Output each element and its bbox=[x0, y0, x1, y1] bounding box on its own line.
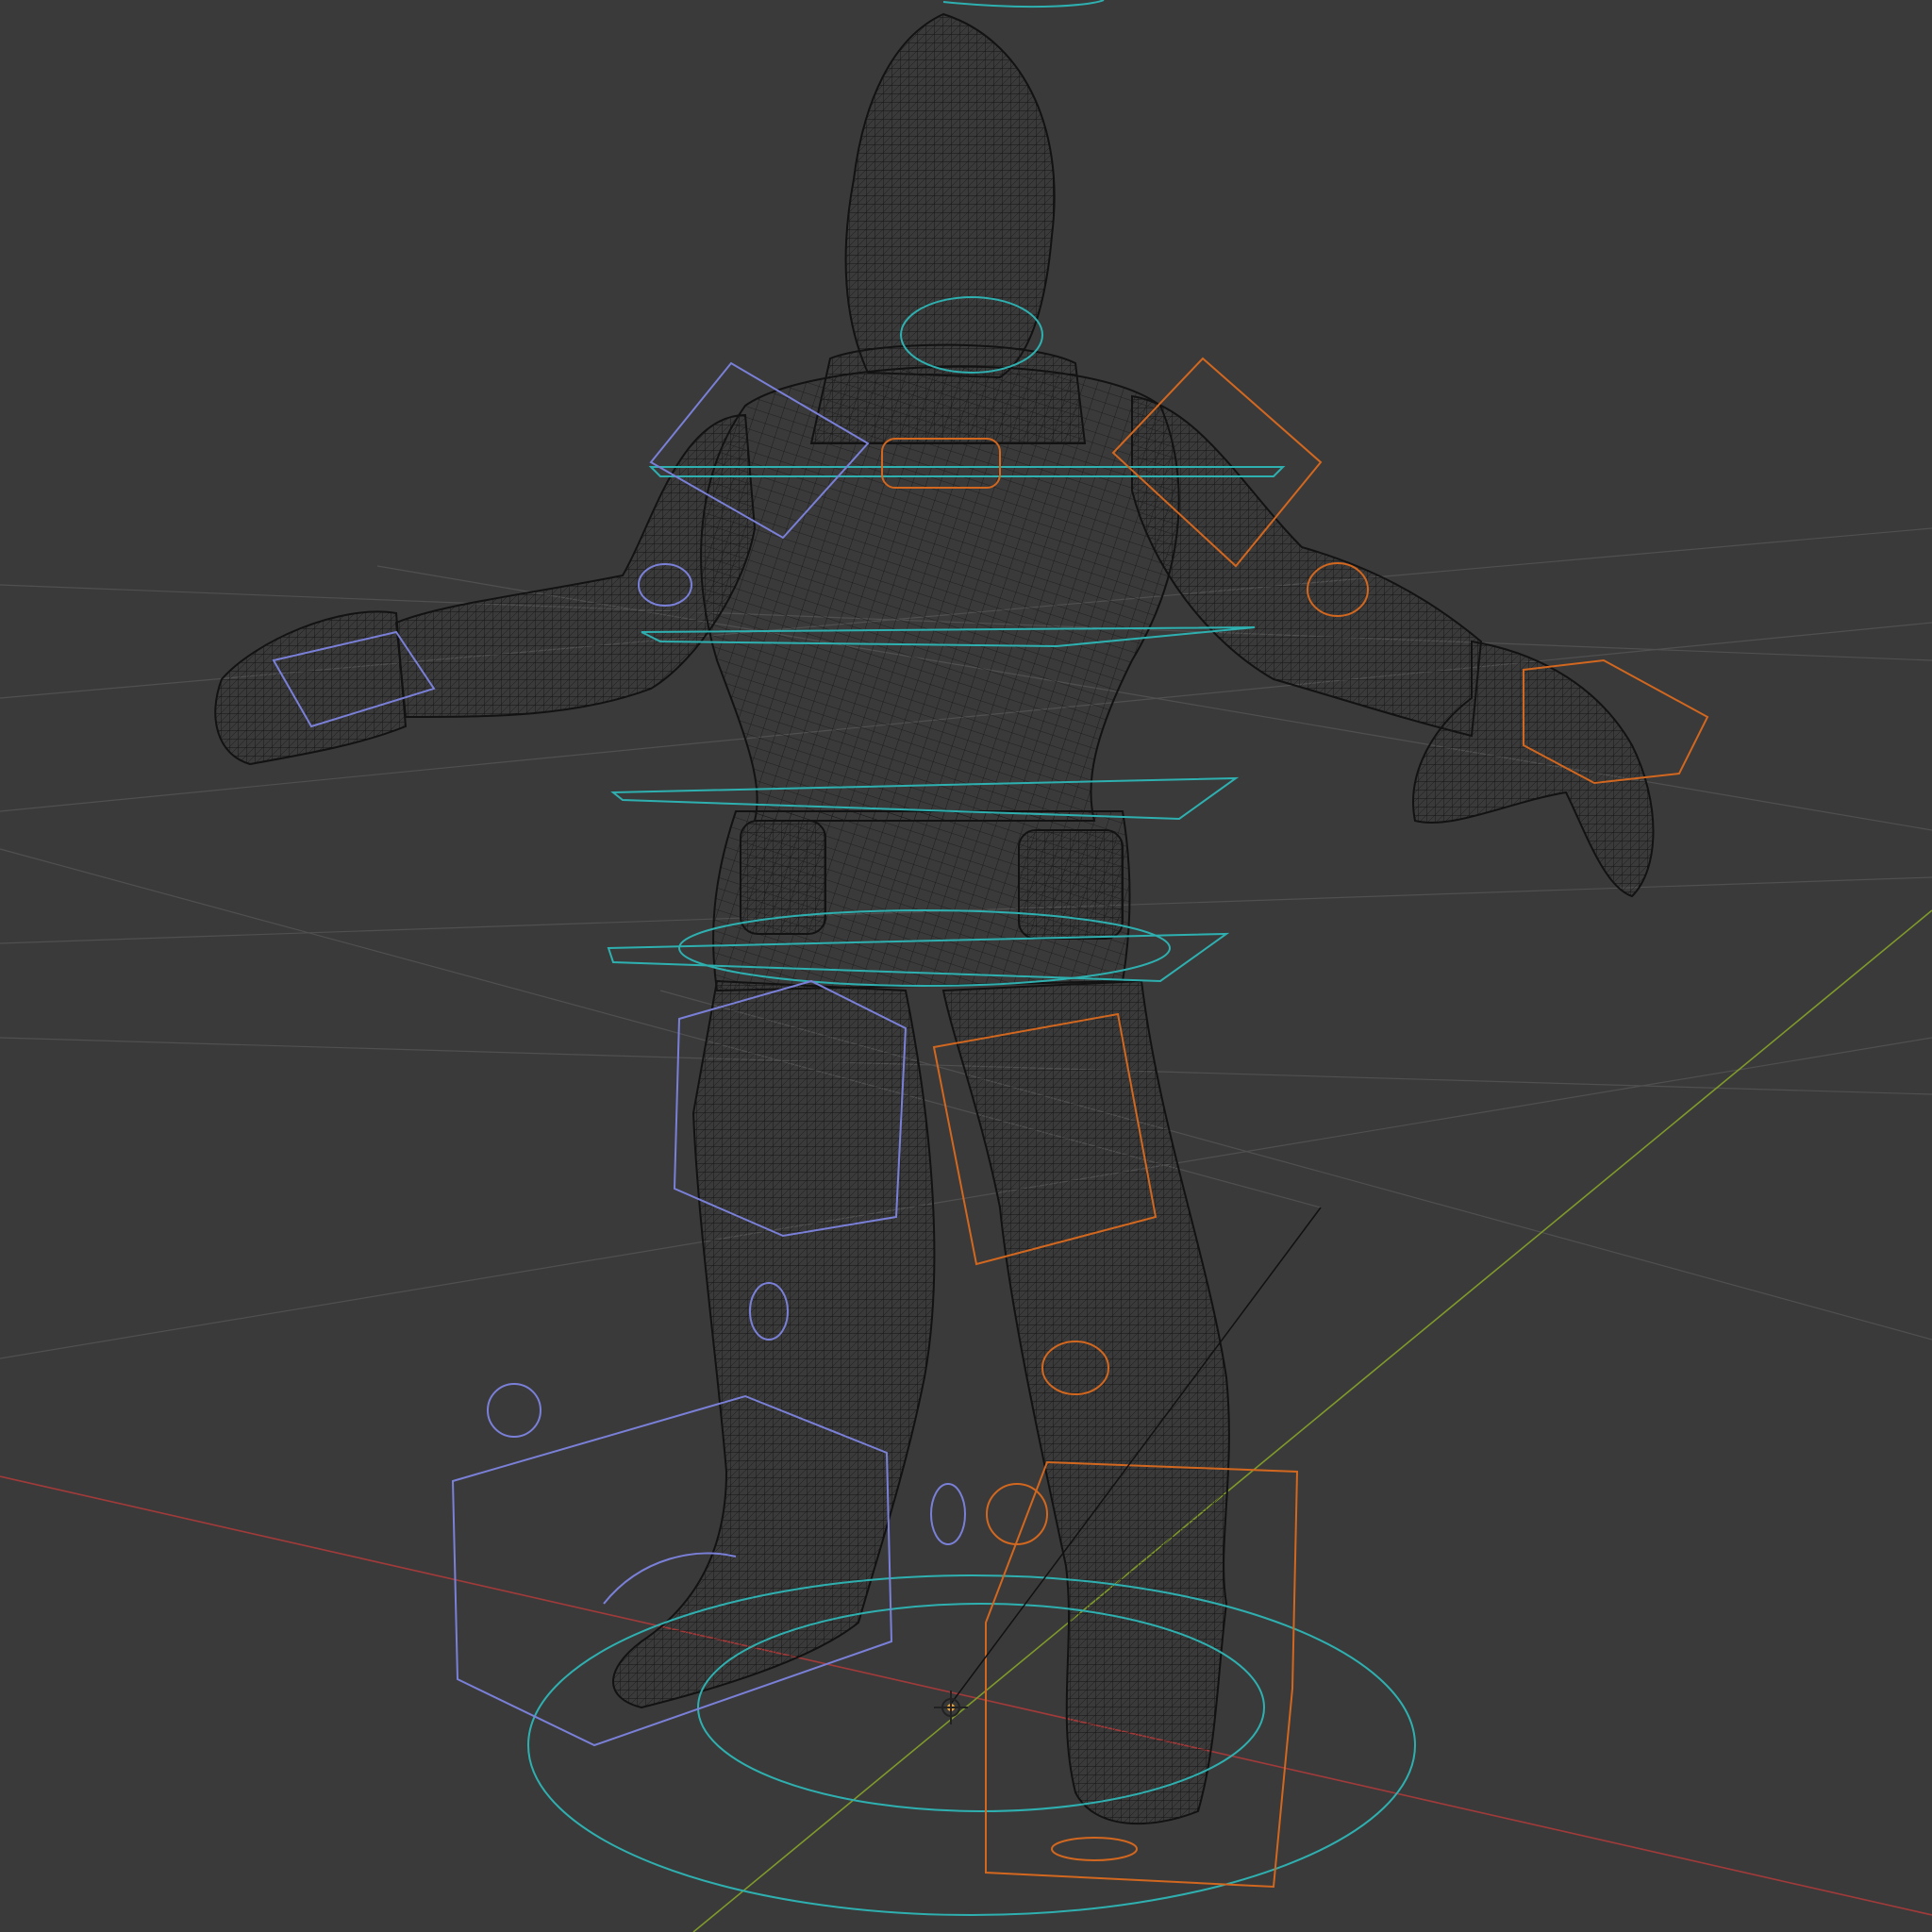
3d-viewport[interactable] bbox=[0, 0, 1932, 1932]
mesh-torso bbox=[700, 365, 1180, 822]
mesh-head bbox=[844, 12, 1056, 379]
toe-right-control[interactable] bbox=[1051, 1837, 1138, 1861]
pivot-gizmo-icon[interactable] bbox=[986, 1483, 1048, 1545]
mesh-leg-left bbox=[612, 979, 936, 1709]
viewport-canvas[interactable] bbox=[0, 0, 1932, 1932]
root-arc[interactable] bbox=[942, 0, 1105, 8]
mesh-arm-left bbox=[394, 413, 757, 719]
mesh-arm-right bbox=[1131, 394, 1483, 738]
mesh-hand-left bbox=[214, 610, 408, 766]
character-mesh[interactable] bbox=[214, 12, 1655, 1825]
ik-target-icon[interactable] bbox=[930, 1483, 966, 1545]
x-axis-line bbox=[0, 1475, 1932, 1916]
foot-left-gizmo-icon[interactable] bbox=[487, 1383, 541, 1438]
